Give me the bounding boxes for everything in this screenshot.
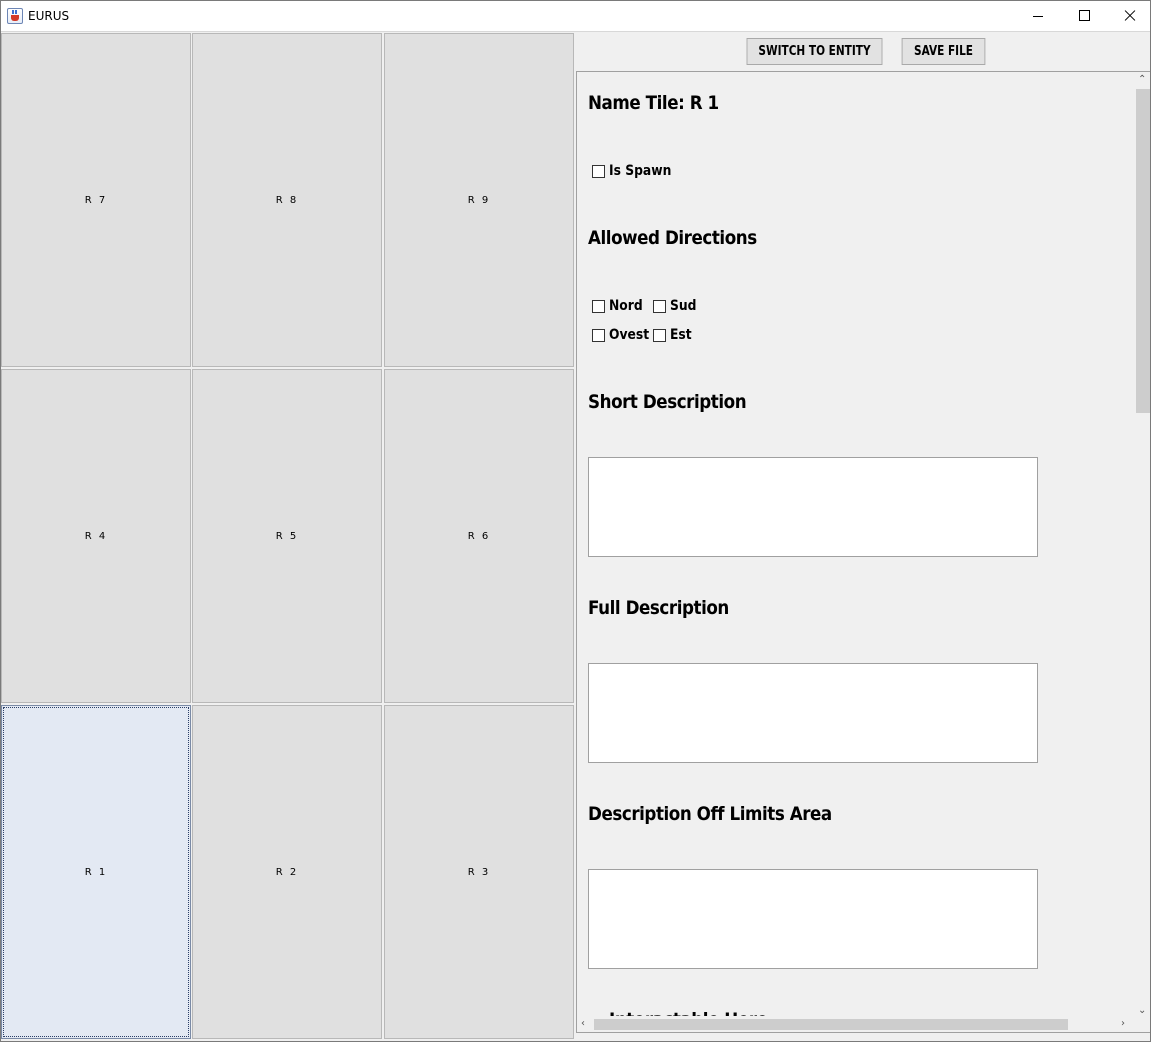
allowed-directions-heading: Allowed Directions (588, 227, 757, 249)
minimize-icon (1033, 16, 1043, 17)
sud-checkbox-row[interactable]: Sud (653, 298, 700, 314)
short-description-heading: Short Description (588, 391, 747, 413)
editor-content: Name Tile: R 1 Is Spawn Allowed Directio… (577, 72, 1135, 1018)
scroll-corner (1134, 1016, 1150, 1032)
tile-r9[interactable]: R 9 (384, 33, 574, 367)
scroll-left-icon[interactable]: ‹ (581, 1018, 591, 1030)
off-limits-textarea[interactable] (588, 869, 1038, 969)
est-checkbox[interactable] (653, 328, 666, 342)
tile-r6[interactable]: R 6 (384, 369, 574, 703)
nord-checkbox[interactable] (592, 299, 605, 313)
tile-grid: R 7 R 8 R 9 R 4 R 5 R 6 R 1 R 2 R 3 (1, 33, 575, 1039)
save-file-button[interactable]: SAVE FILE (901, 38, 986, 65)
close-button[interactable] (1107, 1, 1150, 31)
vertical-scrollbar[interactable]: ⌃ ⌄ (1134, 72, 1150, 1018)
tile-r1[interactable]: R 1 (1, 705, 191, 1039)
vertical-scroll-thumb[interactable] (1136, 89, 1150, 413)
ovest-checkbox[interactable] (592, 328, 605, 342)
editor-scroll-pane: Name Tile: R 1 Is Spawn Allowed Directio… (576, 71, 1150, 1033)
scroll-right-icon[interactable]: › (1121, 1018, 1131, 1030)
window-title: EURUS (28, 9, 70, 23)
ovest-label: Ovest (609, 327, 650, 343)
tile-r2[interactable]: R 2 (192, 705, 382, 1039)
is-spawn-checkbox-row[interactable]: Is Spawn (592, 163, 680, 179)
horizontal-scroll-thumb[interactable] (594, 1019, 1068, 1030)
scroll-up-icon[interactable]: ⌃ (1138, 75, 1147, 85)
short-description-textarea[interactable] (588, 457, 1038, 557)
minimize-button[interactable] (1015, 1, 1061, 31)
app-window: EURUS R 7 R 8 R 9 R 4 R 5 R 6 R 1 R 2 R … (0, 0, 1151, 1042)
is-spawn-label: Is Spawn (609, 163, 672, 179)
nord-checkbox-row[interactable]: Nord (592, 298, 647, 314)
tile-r8[interactable]: R 8 (192, 33, 382, 367)
est-checkbox-row[interactable]: Est (653, 327, 695, 343)
tile-r7[interactable]: R 7 (1, 33, 191, 367)
switch-to-entity-button[interactable]: SWITCH TO ENTITY (746, 38, 883, 65)
is-spawn-checkbox[interactable] (592, 164, 605, 178)
name-tile-heading: Name Tile: R 1 (588, 92, 719, 114)
maximize-icon (1079, 10, 1090, 21)
scroll-down-icon[interactable]: ⌄ (1138, 1006, 1147, 1016)
tile-r4[interactable]: R 4 (1, 369, 191, 703)
nord-label: Nord (609, 298, 643, 314)
horizontal-scrollbar[interactable]: ‹ › (577, 1016, 1135, 1032)
tile-r5[interactable]: R 5 (192, 369, 382, 703)
tile-r3[interactable]: R 3 (384, 705, 574, 1039)
sud-label: Sud (670, 298, 697, 314)
maximize-button[interactable] (1061, 1, 1107, 31)
editor-panel: SWITCH TO ENTITY SAVE FILE Name Tile: R … (576, 33, 1150, 1041)
est-label: Est (670, 327, 692, 343)
off-limits-heading: Description Off Limits Area (588, 803, 832, 825)
java-app-icon (7, 8, 23, 24)
full-description-heading: Full Description (588, 597, 729, 619)
title-bar: EURUS (1, 1, 1150, 32)
sud-checkbox[interactable] (653, 299, 666, 313)
ovest-checkbox-row[interactable]: Ovest (592, 327, 655, 343)
full-description-textarea[interactable] (588, 663, 1038, 763)
